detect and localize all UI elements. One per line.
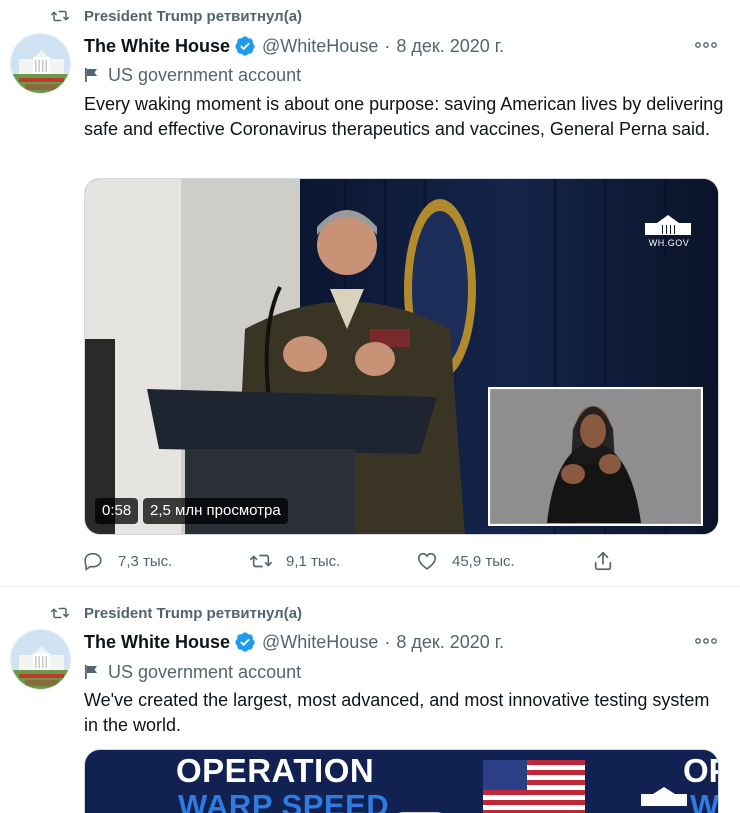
like-button[interactable]: 45,9 тыс. [416, 546, 515, 576]
white-house-avatar-image [11, 630, 70, 689]
reply-button[interactable]: 7,3 тыс. [82, 546, 172, 576]
flag-icon [85, 665, 97, 679]
banner-subtitle: WARP SPEED [178, 788, 390, 813]
reply-icon [84, 552, 102, 571]
banner-fragment-right: OP [683, 752, 718, 789]
verified-badge-icon [235, 36, 255, 56]
flag-icon [85, 68, 97, 82]
reply-count: 7,3 тыс. [118, 552, 173, 570]
tweet-date[interactable]: 8 дек. 2020 г. [396, 632, 504, 653]
verified-badge-icon [235, 632, 255, 652]
tweet-text: Every waking moment is about one purpose… [84, 94, 724, 139]
tweet-actions: 7,3 тыс. 9,1 тыс. 45,9 тыс. [82, 546, 622, 576]
retweet-icon [51, 10, 69, 22]
tweet[interactable]: President Trump ретвитнул(а) The White H… [0, 0, 740, 586]
retweet-count: 9,1 тыс. [286, 552, 341, 570]
tweet-date[interactable]: 8 дек. 2020 г. [396, 36, 504, 57]
author-handle[interactable]: @WhiteHouse [262, 632, 378, 653]
share-icon [594, 551, 612, 571]
video-player[interactable]: WH.GOV 0:58 2,5 млн просмотра [84, 178, 719, 535]
retweet-icon [51, 607, 69, 619]
gov-account-label: US government account [84, 64, 301, 86]
retweet-label[interactable]: President Trump ретвитнул(а) [84, 605, 302, 622]
retweet-icon [250, 554, 272, 568]
banner-title: OPERATION [176, 752, 375, 789]
like-count: 45,9 тыс. [452, 552, 515, 570]
tweet-text: We've created the largest, most advanced… [84, 690, 710, 735]
banner-fragment-right-2: W [690, 788, 719, 813]
separator-dot: · [384, 35, 391, 56]
more-options-icon[interactable] [694, 37, 718, 53]
video-views: 2,5 млн просмотра [143, 498, 288, 524]
gov-label-text: US government account [108, 661, 302, 682]
retweet-button[interactable]: 9,1 тыс. [250, 546, 340, 576]
tweet-header: The White House @WhiteHouse · 8 дек. 202… [84, 34, 504, 58]
separator-dot: · [384, 631, 391, 652]
avatar[interactable] [10, 629, 71, 690]
tweet-header: The White House @WhiteHouse · 8 дек. 202… [84, 630, 504, 654]
avatar[interactable] [10, 33, 71, 94]
media-image[interactable]: OPERATION WARP SPEED OP W [84, 749, 719, 813]
gov-account-label: US government account [84, 661, 301, 683]
more-options-icon[interactable] [694, 633, 718, 649]
author-name[interactable]: The White House [84, 36, 230, 57]
share-button[interactable] [592, 546, 614, 576]
retweet-label[interactable]: President Trump ретвитнул(а) [84, 8, 302, 25]
retweet-context[interactable]: President Trump ретвитнул(а) [50, 6, 302, 26]
video-duration: 0:58 [95, 498, 139, 524]
tweet[interactable]: President Trump ретвитнул(а) The White H… [0, 586, 740, 813]
heart-icon [417, 552, 437, 570]
white-house-avatar-image [11, 34, 70, 93]
watermark-text: WH.GOV [648, 238, 690, 248]
gov-label-text: US government account [108, 64, 302, 85]
retweet-context[interactable]: President Trump ретвитнул(а) [50, 603, 302, 623]
author-name[interactable]: The White House [84, 632, 230, 653]
video-thumbnail [85, 179, 718, 534]
author-handle[interactable]: @WhiteHouse [262, 36, 378, 57]
